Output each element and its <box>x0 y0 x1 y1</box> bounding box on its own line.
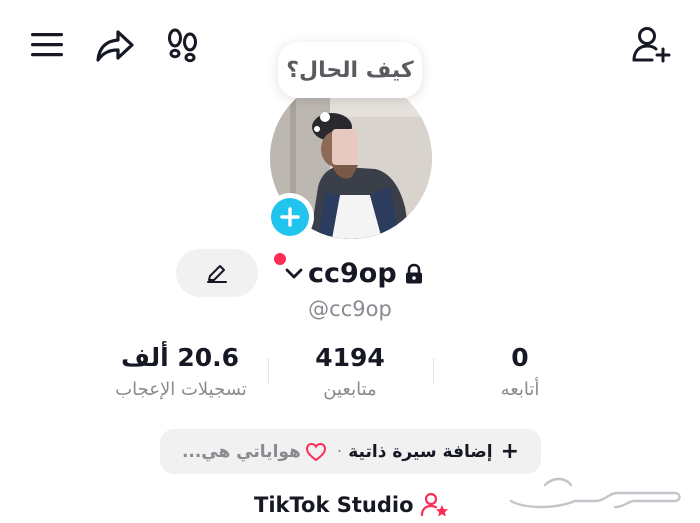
bubble-tail-small <box>314 126 320 132</box>
plus-icon <box>280 207 300 227</box>
share-arrow-icon <box>96 30 134 62</box>
bio-separator: · <box>336 441 343 462</box>
add-story-button[interactable] <box>266 193 314 241</box>
followers-label[interactable]: متابعين <box>280 377 420 403</box>
studio-icon[interactable] <box>420 491 450 519</box>
share-button[interactable] <box>94 26 136 66</box>
chevron-down-icon <box>285 268 303 279</box>
bubble-tail <box>320 112 330 122</box>
private-account-indicator <box>404 263 424 285</box>
following-label[interactable]: أتابعه <box>460 377 580 403</box>
add-bio-label: إضافة سيرة ذاتية <box>348 441 493 462</box>
stats-divider <box>433 358 434 384</box>
footprints-icon <box>168 28 197 63</box>
user-star-icon <box>420 492 448 517</box>
profile-views-button[interactable] <box>164 26 202 64</box>
hobbies-label: هواياتي هي... <box>181 441 301 462</box>
find-friends-button[interactable] <box>630 24 672 66</box>
hamburger-menu-icon <box>31 33 63 57</box>
followers-count[interactable]: 4194 <box>280 341 420 375</box>
username[interactable]: cc9op <box>308 256 397 292</box>
menu-button[interactable] <box>28 26 66 64</box>
user-handle: @cc9op <box>308 297 392 321</box>
account-switcher[interactable] <box>284 266 304 282</box>
heart-icon <box>305 442 327 462</box>
plus-icon: + <box>500 439 520 464</box>
lock-icon <box>406 263 422 284</box>
stats-divider <box>268 358 269 384</box>
tiktok-studio-link[interactable]: TikTok Studio <box>254 489 414 521</box>
likes-label[interactable]: تسجيلات الإعجاب <box>96 377 266 403</box>
add-user-icon <box>632 27 671 63</box>
edit-profile-button[interactable] <box>176 249 258 297</box>
following-count[interactable]: 0 <box>460 341 580 375</box>
status-bubble[interactable]: كيف الحال؟ <box>278 42 422 98</box>
haraj-watermark <box>505 471 685 515</box>
likes-count[interactable]: 20.6 ألف <box>100 341 260 375</box>
add-bio-button[interactable]: + إضافة سيرة ذاتية · هواياتي هي... <box>160 429 541 474</box>
pencil-icon <box>207 265 227 283</box>
notification-dot <box>274 253 286 265</box>
